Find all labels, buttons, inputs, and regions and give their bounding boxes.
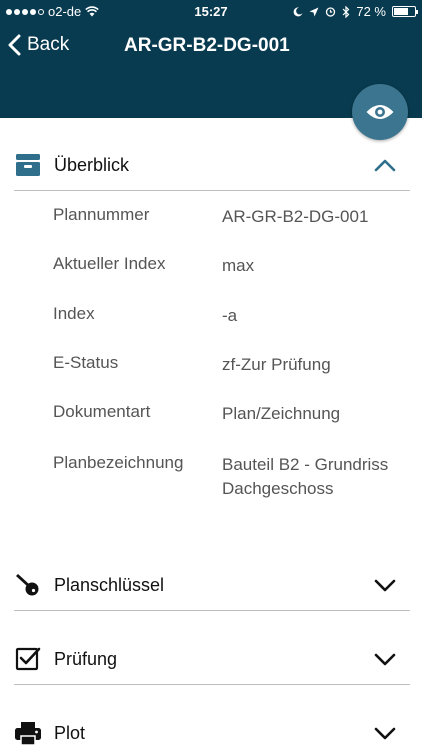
field-label: E-Status bbox=[53, 353, 119, 372]
key-icon bbox=[16, 574, 39, 596]
printer-icon bbox=[15, 722, 41, 746]
field-value: zf-Zur Prüfung bbox=[222, 355, 331, 374]
field-label: Index bbox=[53, 304, 95, 323]
field-label: Plannummer bbox=[53, 205, 150, 224]
bluetooth-icon bbox=[342, 5, 350, 18]
section-header-plot[interactable]: Plot bbox=[0, 708, 422, 750]
moon-icon bbox=[293, 6, 303, 16]
chevron-left-icon bbox=[8, 34, 21, 56]
inbox-archive-icon bbox=[16, 154, 40, 176]
field-value: Bauteil B2 - Grundriss Dachgeschoss bbox=[222, 455, 389, 498]
section-header-overview[interactable]: Überblick bbox=[0, 140, 422, 190]
chevron-down-icon bbox=[374, 579, 396, 592]
alarm-icon bbox=[326, 7, 336, 17]
section-title-overview: Überblick bbox=[54, 155, 130, 175]
field-label: Planbezeichnung bbox=[53, 453, 184, 472]
section-title-planschluessel: Planschlüssel bbox=[54, 575, 165, 595]
battery-icon bbox=[392, 6, 418, 17]
section-title-pruefung: Prüfung bbox=[54, 649, 118, 669]
checkbox-checked-icon bbox=[15, 647, 41, 671]
divider bbox=[14, 684, 410, 685]
field-value: AR-GR-B2-DG-001 bbox=[222, 207, 369, 226]
back-button[interactable]: Back bbox=[8, 34, 69, 56]
section-title-plot: Plot bbox=[54, 723, 86, 743]
location-icon bbox=[309, 7, 319, 16]
chevron-down-icon bbox=[374, 653, 396, 666]
status-bar: o2-de 15:27 72 % bbox=[0, 0, 422, 24]
page-title: AR-GR-B2-DG-001 bbox=[124, 35, 290, 56]
field-value: -a bbox=[222, 306, 238, 325]
field-value: max bbox=[222, 256, 255, 275]
back-label: Back bbox=[27, 34, 70, 55]
field-value: Plan/Zeichnung bbox=[222, 404, 341, 423]
battery-percent: 72 % bbox=[356, 4, 386, 19]
field-label: Aktueller Index bbox=[53, 254, 166, 273]
chevron-up-icon bbox=[374, 159, 396, 172]
field-label: Dokumentart bbox=[53, 402, 151, 421]
status-right: 72 % bbox=[293, 4, 418, 19]
eye-icon bbox=[366, 105, 394, 119]
section-header-pruefung[interactable]: Prüfung bbox=[0, 634, 422, 684]
chevron-down-icon bbox=[374, 727, 396, 740]
divider bbox=[14, 190, 410, 191]
preview-button[interactable] bbox=[352, 84, 408, 140]
section-header-planschluessel[interactable]: Planschlüssel bbox=[0, 560, 422, 610]
divider bbox=[14, 610, 410, 611]
